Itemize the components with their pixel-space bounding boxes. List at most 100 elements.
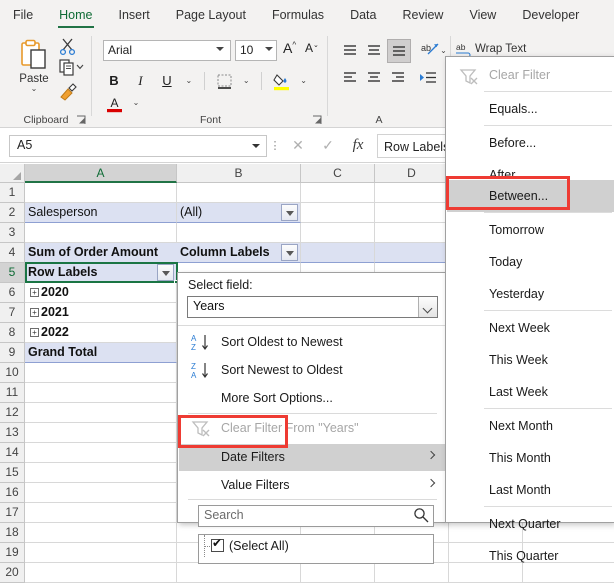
name-box[interactable]: A5 xyxy=(9,135,267,157)
font-size-chevron-down-icon[interactable] xyxy=(265,47,273,51)
row-header-6[interactable]: 6 xyxy=(0,283,25,303)
cell-a18[interactable] xyxy=(25,523,177,543)
column-header-d[interactable]: D xyxy=(375,164,449,183)
underline-button[interactable]: U xyxy=(156,70,178,92)
font-name-input[interactable]: Arial xyxy=(103,40,231,61)
row-header-5[interactable]: 5 xyxy=(0,263,25,283)
cell-c4[interactable] xyxy=(301,243,375,263)
cell-c3[interactable] xyxy=(301,223,375,243)
wrap-text-label[interactable]: Wrap Text xyxy=(475,43,526,55)
submenu-item-next-quarter[interactable]: Next Quarter xyxy=(447,508,614,540)
cell-d3[interactable] xyxy=(375,223,449,243)
font-name-chevron-down-icon[interactable] xyxy=(216,47,224,51)
ribbon-tab-developer[interactable]: Developer xyxy=(509,0,592,30)
column-header-c[interactable]: C xyxy=(301,164,375,183)
select-all-corner[interactable] xyxy=(0,164,25,183)
submenu-item-equals[interactable]: Equals... xyxy=(447,93,614,125)
cell-d2[interactable] xyxy=(375,203,449,223)
borders-chevron-down-icon[interactable]: ⌄ xyxy=(240,70,253,92)
expand-2022-icon[interactable]: + xyxy=(30,328,39,337)
ribbon-tab-insert[interactable]: Insert xyxy=(106,0,163,30)
cell-a19[interactable] xyxy=(25,543,177,563)
cell-a4[interactable]: Sum of Order Amount xyxy=(25,243,177,263)
date-filters-item[interactable]: Date Filters xyxy=(179,444,446,471)
search-icon[interactable] xyxy=(413,507,429,526)
ribbon-tab-review[interactable]: Review xyxy=(389,0,456,30)
submenu-item-today[interactable]: Today xyxy=(447,246,614,278)
cell-a12[interactable] xyxy=(25,403,177,423)
align-left-icon[interactable] xyxy=(339,68,361,90)
cell-a2[interactable]: Salesperson xyxy=(25,203,177,223)
cell-c1[interactable] xyxy=(301,183,375,203)
row-header-9[interactable]: 9 xyxy=(0,343,25,363)
cell-a20[interactable] xyxy=(25,563,177,583)
fx-icon[interactable]: fx xyxy=(343,137,373,154)
row-header-17[interactable]: 17 xyxy=(0,503,25,523)
format-painter-button[interactable] xyxy=(58,82,84,104)
row-header-3[interactable]: 3 xyxy=(0,223,25,243)
row-header-19[interactable]: 19 xyxy=(0,543,25,563)
ribbon-tab-view[interactable]: View xyxy=(456,0,509,30)
expand-2021-icon[interactable]: + xyxy=(30,308,39,317)
submenu-item-next-week[interactable]: Next Week xyxy=(447,312,614,344)
align-bottom-icon[interactable] xyxy=(387,39,411,63)
submenu-item-before[interactable]: Before... xyxy=(447,127,614,159)
paste-button[interactable]: Paste ⌄ xyxy=(10,36,58,102)
submenu-item-this-week[interactable]: This Week xyxy=(447,344,614,376)
cell-a13[interactable] xyxy=(25,423,177,443)
row-header-11[interactable]: 11 xyxy=(0,383,25,403)
fill-color-icon[interactable] xyxy=(271,70,293,92)
clipboard-dialog-launcher-icon[interactable] xyxy=(76,115,88,127)
bold-button[interactable]: B xyxy=(103,70,125,92)
select-all-checkbox[interactable] xyxy=(211,539,224,552)
row-header-20[interactable]: 20 xyxy=(0,563,25,583)
cell-a3[interactable] xyxy=(25,223,177,243)
column-labels-filter-dropdown-icon[interactable] xyxy=(281,244,298,261)
increase-indent-icon[interactable] xyxy=(417,68,439,90)
row-labels-filter-dropdown-icon[interactable] xyxy=(157,264,174,281)
cell-a8[interactable]: 2022 xyxy=(25,323,177,343)
row-header-13[interactable]: 13 xyxy=(0,423,25,443)
ribbon-tab-data[interactable]: Data xyxy=(337,0,389,30)
cell-c2[interactable] xyxy=(301,203,375,223)
cell-c20[interactable] xyxy=(301,563,375,583)
submenu-item-last-week[interactable]: Last Week xyxy=(447,376,614,408)
borders-icon[interactable] xyxy=(213,70,235,92)
search-input[interactable]: Search xyxy=(198,505,434,527)
cell-d4[interactable] xyxy=(375,243,449,263)
row-header-12[interactable]: 12 xyxy=(0,403,25,423)
cell-b3[interactable] xyxy=(177,223,301,243)
submenu-item-yesterday[interactable]: Yesterday xyxy=(447,278,614,310)
cell-a15[interactable] xyxy=(25,463,177,483)
ribbon-tab-home[interactable]: Home xyxy=(46,0,105,30)
ribbon-tab-page-layout[interactable]: Page Layout xyxy=(163,0,259,30)
filter-value-listbox[interactable]: (Select All) xyxy=(198,534,434,564)
align-center-icon[interactable] xyxy=(363,68,385,90)
row-header-2[interactable]: 2 xyxy=(0,203,25,223)
submenu-item-this-month[interactable]: This Month xyxy=(447,442,614,474)
submenu-item-next-month[interactable]: Next Month xyxy=(447,410,614,442)
shrink-font-icon[interactable]: A⌄ xyxy=(305,41,319,55)
fill-color-chevron-down-icon[interactable]: ⌄ xyxy=(297,70,310,92)
copy-button[interactable] xyxy=(58,58,84,80)
cancel-icon[interactable]: ✕ xyxy=(283,137,313,154)
row-header-7[interactable]: 7 xyxy=(0,303,25,323)
cell-a9[interactable]: Grand Total xyxy=(25,343,177,363)
column-header-a[interactable]: A xyxy=(25,164,177,183)
cell-a7[interactable]: 2021 xyxy=(25,303,177,323)
font-color-icon[interactable]: A xyxy=(103,92,125,114)
check-icon[interactable]: ✓ xyxy=(313,137,343,154)
row-header-14[interactable]: 14 xyxy=(0,443,25,463)
row-header-18[interactable]: 18 xyxy=(0,523,25,543)
cell-a5[interactable]: Row Labels xyxy=(25,263,177,283)
ribbon-tab-formulas[interactable]: Formulas xyxy=(259,0,337,30)
expand-2020-icon[interactable]: + xyxy=(30,288,39,297)
underline-chevron-down-icon[interactable]: ⌄ xyxy=(182,70,195,92)
align-right-icon[interactable] xyxy=(387,68,409,90)
cell-a16[interactable] xyxy=(25,483,177,503)
row-header-16[interactable]: 16 xyxy=(0,483,25,503)
select-field-combo[interactable]: Years xyxy=(187,296,438,318)
cell-b20[interactable] xyxy=(177,563,301,583)
submenu-item-last-month[interactable]: Last Month xyxy=(447,474,614,506)
salesperson-filter-dropdown-icon[interactable] xyxy=(281,204,298,221)
